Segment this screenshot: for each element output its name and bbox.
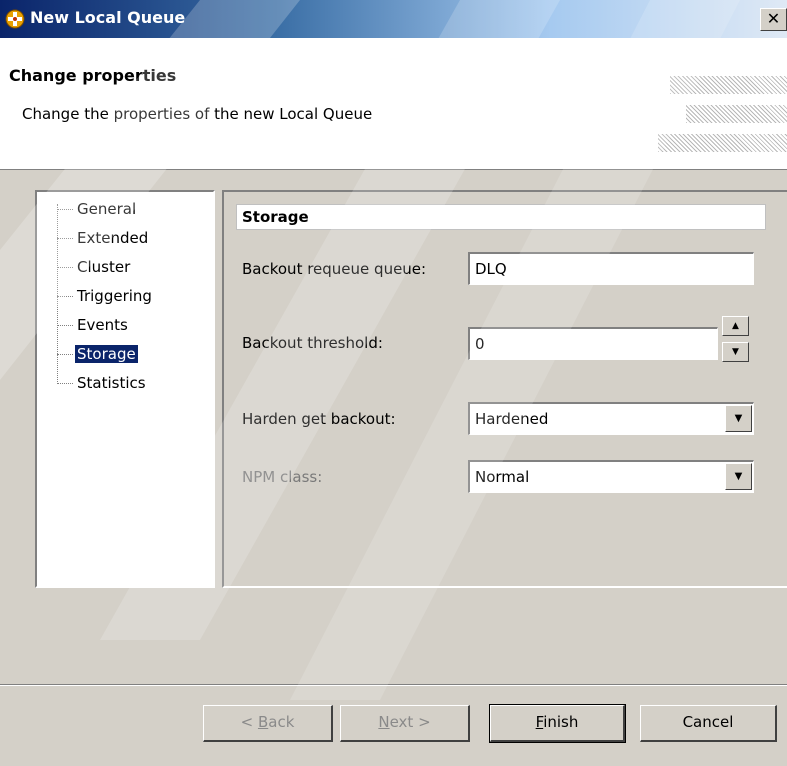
arrow-down-icon: ▼ [732, 347, 739, 357]
tree-item-statistics[interactable]: Statistics [57, 372, 148, 394]
dropdown-button[interactable]: ▼ [725, 405, 752, 432]
npm-class-value: Normal [475, 468, 530, 486]
wizard-banner: Change properties Change the properties … [0, 38, 787, 170]
back-button[interactable]: < Back [203, 705, 333, 742]
banner-decoration [670, 76, 787, 94]
finish-button[interactable]: Finish [489, 704, 626, 743]
back-button-mnemonic: B [257, 713, 269, 731]
queue-app-icon [5, 9, 25, 29]
arrow-up-icon: ▲ [732, 321, 739, 331]
properties-pane: Storage Backout requeue queue: DLQ Backo… [222, 190, 787, 588]
tree-item-label: Extended [77, 229, 149, 247]
dialog-window: New Local Queue ✕ Change properties Chan… [0, 0, 787, 766]
backout-requeue-queue-label: Backout requeue queue: [242, 260, 427, 278]
chevron-down-icon: ▼ [734, 413, 743, 424]
harden-get-backout-value: Hardened [475, 410, 549, 428]
tree-item-label: General [77, 200, 137, 218]
close-icon: ✕ [766, 9, 781, 28]
backout-threshold-input[interactable]: 0 [468, 327, 718, 360]
tree-item-triggering[interactable]: Triggering [57, 285, 154, 307]
page-title: Change properties [9, 66, 177, 85]
next-button[interactable]: Next > [340, 705, 470, 742]
window-title: New Local Queue [30, 8, 186, 27]
tree-item-cluster[interactable]: Cluster [57, 256, 132, 278]
tree-item-label: Cluster [77, 258, 131, 276]
tree-item-label: Triggering [77, 287, 152, 305]
tree-item-events[interactable]: Events [57, 314, 130, 336]
section-title: Storage [236, 204, 766, 230]
property-page-tree[interactable]: General Extended Cluster Triggering Even… [35, 190, 215, 588]
dropdown-button[interactable]: ▼ [725, 463, 752, 490]
back-button-prefix: < [240, 713, 258, 731]
tree-item-label: Events [77, 316, 128, 334]
finish-button-label: inish [543, 713, 579, 731]
backout-threshold-label: Backout threshold: [242, 334, 383, 352]
title-bar[interactable]: New Local Queue ✕ [0, 0, 787, 38]
decrement-button[interactable]: ▼ [722, 342, 749, 362]
npm-class-select[interactable]: Normal ▼ [468, 460, 754, 493]
banner-decoration [686, 105, 787, 123]
cancel-button-label: Cancel [682, 713, 734, 731]
npm-class-label: NPM class: [242, 468, 323, 486]
tree-item-label: Statistics [77, 374, 146, 392]
page-description: Change the properties of the new Local Q… [22, 105, 373, 123]
tree-item-extended[interactable]: Extended [57, 227, 150, 249]
banner-decoration [658, 134, 787, 152]
back-button-label: ack [268, 713, 295, 731]
next-button-label: ext > [389, 713, 431, 731]
tree-item-label: Storage [74, 344, 139, 364]
cancel-button[interactable]: Cancel [640, 705, 777, 742]
tree-item-storage[interactable]: Storage [57, 343, 139, 365]
harden-get-backout-label: Harden get backout: [242, 410, 396, 428]
close-button[interactable]: ✕ [760, 8, 787, 31]
chevron-down-icon: ▼ [734, 471, 743, 482]
increment-button[interactable]: ▲ [722, 316, 749, 336]
tree-item-general[interactable]: General [57, 198, 138, 220]
next-button-mnemonic: N [378, 713, 390, 731]
backout-requeue-queue-input[interactable]: DLQ [468, 252, 754, 285]
harden-get-backout-select[interactable]: Hardened ▼ [468, 402, 754, 435]
button-bar-separator [0, 684, 787, 686]
